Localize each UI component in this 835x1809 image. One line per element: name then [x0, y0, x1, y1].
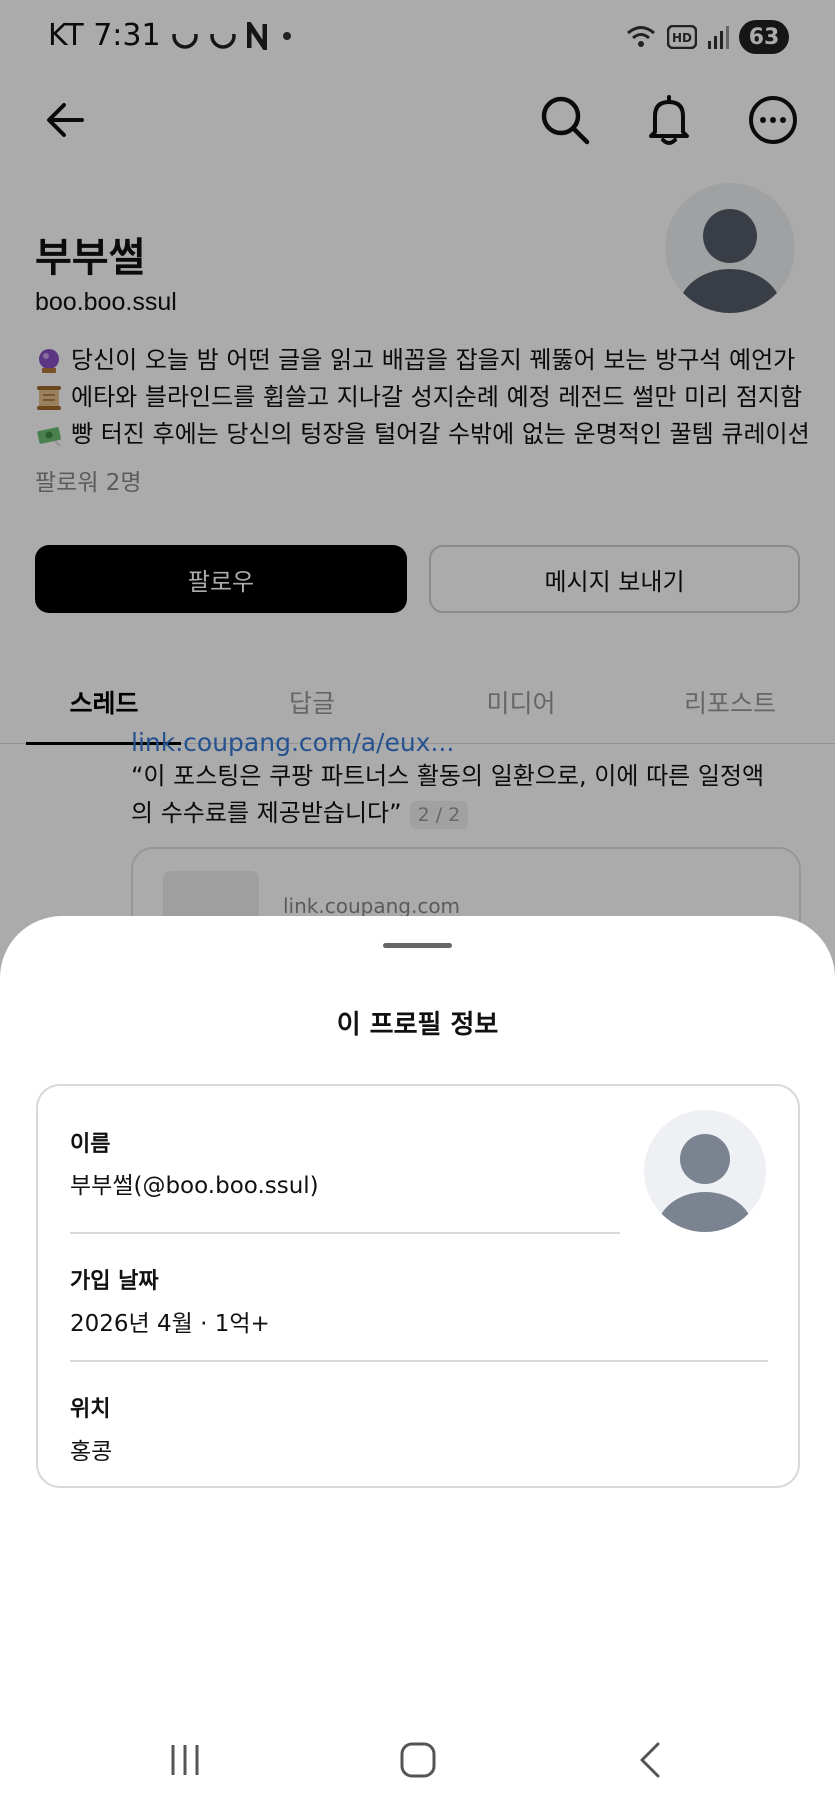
- joined-label: 가입 날짜: [70, 1269, 159, 1294]
- name-value: 부부썰(@boo.boo.ssul): [70, 1173, 319, 1199]
- recents-icon: [171, 1745, 199, 1775]
- joined-value: 2026년 4월 · 1억+: [70, 1311, 270, 1337]
- system-nav-bar: [0, 1720, 835, 1800]
- threads-profile-screen: KT 7:31 HD 63 부부썰 boo.boo.ssul 당신이 오늘 밤 …: [0, 0, 835, 1809]
- avatar: [644, 1110, 766, 1232]
- profile-info-card: 이름 부부썰(@boo.boo.ssul) 가입 날짜 2026년 4월 · 1…: [36, 1084, 800, 1488]
- recents-button[interactable]: [155, 1735, 215, 1785]
- location-label: 위치: [70, 1397, 111, 1422]
- divider: [70, 1232, 620, 1234]
- system-back-button[interactable]: [622, 1735, 682, 1785]
- home-button[interactable]: [388, 1735, 448, 1785]
- home-icon: [400, 1742, 436, 1778]
- divider: [70, 1360, 768, 1362]
- sheet-title: 이 프로필 정보: [336, 1010, 499, 1040]
- back-icon: [640, 1742, 660, 1778]
- location-value: 홍콩: [70, 1439, 113, 1465]
- profile-info-sheet: 이 프로필 정보 이름 부부썰(@boo.boo.ssul) 가입 날짜 202…: [0, 916, 835, 1809]
- sheet-drag-handle[interactable]: [383, 943, 452, 948]
- default-avatar-icon: [657, 1134, 753, 1232]
- name-label: 이름: [70, 1132, 111, 1157]
